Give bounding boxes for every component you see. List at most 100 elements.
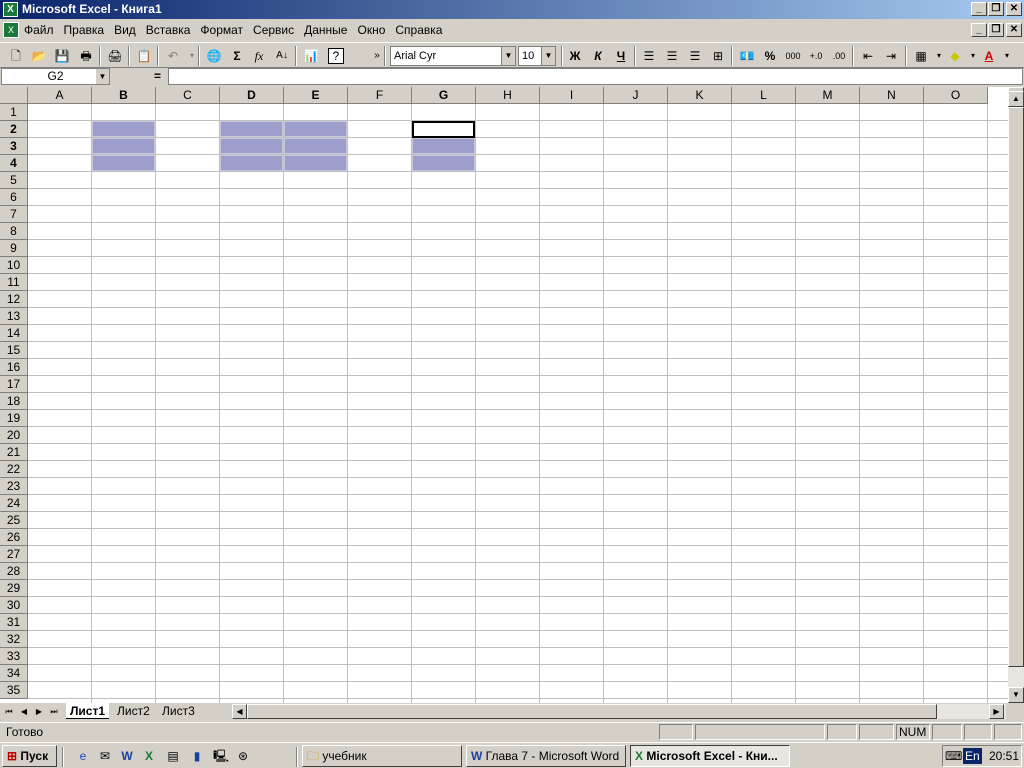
column-header-k[interactable]: K	[668, 87, 732, 104]
row-header-20[interactable]: 20	[0, 427, 28, 444]
excel-app-icon[interactable]: X	[3, 2, 18, 17]
scroll-thumb-horizontal[interactable]	[247, 704, 937, 719]
name-box[interactable]: G2 ▼	[1, 68, 110, 85]
workbook-icon[interactable]: X	[3, 22, 19, 38]
new-document-icon[interactable]: 🗋	[6, 46, 26, 66]
doc-close-button[interactable]: ✕	[1006, 23, 1022, 37]
select-all-corner[interactable]	[0, 87, 28, 104]
row-header-6[interactable]: 6	[0, 189, 28, 206]
align-center-icon[interactable]: ☰	[662, 46, 682, 66]
autosum-icon[interactable]: Σ	[227, 46, 247, 66]
winrar-icon[interactable]: ▤	[164, 747, 182, 765]
column-header-h[interactable]: H	[476, 87, 540, 104]
sheet-tab-2[interactable]: Лист2	[113, 703, 154, 719]
row-header-1[interactable]: 1	[0, 104, 28, 121]
menu-format[interactable]: Формат	[200, 23, 243, 37]
scroll-up-icon[interactable]: ▲	[1008, 91, 1024, 107]
font-name-select[interactable]: Arial Cyr ▼	[390, 46, 516, 66]
next-sheet-icon[interactable]: ▶	[32, 704, 46, 719]
column-header-d[interactable]: D	[220, 87, 284, 104]
align-left-icon[interactable]: ☰	[639, 46, 659, 66]
doc-restore-button[interactable]: ❐	[988, 23, 1004, 37]
row-header-3[interactable]: 3	[0, 138, 28, 155]
sort-ascending-icon[interactable]: A↓	[272, 46, 292, 66]
language-indicator[interactable]: En	[963, 748, 982, 764]
scroll-thumb[interactable]	[1008, 107, 1024, 667]
column-header-n[interactable]: N	[860, 87, 924, 104]
menu-file[interactable]: Файл	[24, 23, 54, 37]
row-header-9[interactable]: 9	[0, 240, 28, 257]
menu-data[interactable]: Данные	[304, 23, 347, 37]
column-header-l[interactable]: L	[732, 87, 796, 104]
row-header-30[interactable]: 30	[0, 597, 28, 614]
font-size-select[interactable]: 10 ▼	[518, 46, 556, 66]
hyperlink-icon[interactable]: 🌐	[204, 46, 224, 66]
row-header-8[interactable]: 8	[0, 223, 28, 240]
task-button-folder[interactable]: 🗀 учебник	[302, 745, 462, 767]
row-header-31[interactable]: 31	[0, 614, 28, 631]
row-header-34[interactable]: 34	[0, 665, 28, 682]
menu-edit[interactable]: Правка	[64, 23, 105, 37]
column-header-o[interactable]: O	[924, 87, 988, 104]
row-header-16[interactable]: 16	[0, 359, 28, 376]
selected-cell[interactable]	[284, 155, 347, 171]
internet-explorer-icon[interactable]: e	[74, 747, 92, 765]
excel-icon[interactable]: X	[140, 747, 158, 765]
borders-icon[interactable]: ▦	[911, 46, 931, 66]
column-header-g[interactable]: G	[412, 87, 476, 104]
selected-cell[interactable]	[92, 121, 155, 137]
menu-help[interactable]: Справка	[395, 23, 442, 37]
column-header-c[interactable]: C	[156, 87, 220, 104]
row-header-15[interactable]: 15	[0, 342, 28, 359]
outlook-express-icon[interactable]: ✉	[96, 747, 114, 765]
row-header-2[interactable]: 2	[0, 121, 28, 138]
row-header-26[interactable]: 26	[0, 529, 28, 546]
row-header-14[interactable]: 14	[0, 325, 28, 342]
column-header-f[interactable]: F	[348, 87, 412, 104]
decrease-indent-icon[interactable]: ⇤	[858, 46, 878, 66]
row-header-22[interactable]: 22	[0, 461, 28, 478]
chart-wizard-icon[interactable]: 📊	[301, 46, 321, 66]
chevron-down-icon[interactable]: ▼	[96, 69, 109, 84]
column-header-e[interactable]: E	[284, 87, 348, 104]
row-header-25[interactable]: 25	[0, 512, 28, 529]
column-header-b[interactable]: B	[92, 87, 156, 104]
row-header-21[interactable]: 21	[0, 444, 28, 461]
column-header-i[interactable]: I	[540, 87, 604, 104]
row-header-33[interactable]: 33	[0, 648, 28, 665]
sheet-tab-1[interactable]: Лист1	[66, 703, 110, 719]
task-button-excel[interactable]: X Microsoft Excel - Кни...	[630, 745, 790, 767]
close-button[interactable]: ✕	[1006, 2, 1022, 16]
row-header-23[interactable]: 23	[0, 478, 28, 495]
row-header-19[interactable]: 19	[0, 410, 28, 427]
increase-indent-icon[interactable]: ⇥	[881, 46, 901, 66]
bold-button[interactable]: Ж	[565, 46, 585, 66]
font-color-icon[interactable]: A	[979, 46, 999, 66]
selected-cell[interactable]	[284, 138, 347, 154]
chevron-down-icon[interactable]: ▼	[541, 47, 555, 65]
selected-cell[interactable]	[220, 121, 283, 137]
row-header-24[interactable]: 24	[0, 495, 28, 512]
row-header-28[interactable]: 28	[0, 563, 28, 580]
task-button-word[interactable]: W Глава 7 - Microsoft Word	[466, 745, 626, 767]
network-icon[interactable]: ⊛	[234, 747, 252, 765]
selected-cell[interactable]	[412, 155, 475, 171]
align-right-icon[interactable]: ☰	[685, 46, 705, 66]
italic-button[interactable]: К	[588, 46, 608, 66]
vertical-scrollbar[interactable]: ▲ ▼	[1008, 87, 1024, 703]
row-header-5[interactable]: 5	[0, 172, 28, 189]
chevron-down-icon[interactable]: ▼	[501, 47, 515, 65]
start-button[interactable]: ⊞ Пуск	[2, 745, 57, 767]
paste-icon[interactable]: 📋	[134, 46, 154, 66]
row-header-17[interactable]: 17	[0, 376, 28, 393]
print-preview-icon[interactable]: 🖨	[105, 46, 125, 66]
formula-input[interactable]	[168, 68, 1023, 85]
scroll-down-icon[interactable]: ▼	[1008, 687, 1024, 703]
row-header-35[interactable]: 35	[0, 682, 28, 699]
doc-minimize-button[interactable]: _	[971, 23, 987, 37]
computer-icon[interactable]: 🖳	[212, 747, 230, 765]
row-header-13[interactable]: 13	[0, 308, 28, 325]
sheet-tab-3[interactable]: Лист3	[158, 703, 199, 719]
percent-button[interactable]: %	[760, 46, 780, 66]
function-icon[interactable]: fx	[249, 46, 269, 66]
